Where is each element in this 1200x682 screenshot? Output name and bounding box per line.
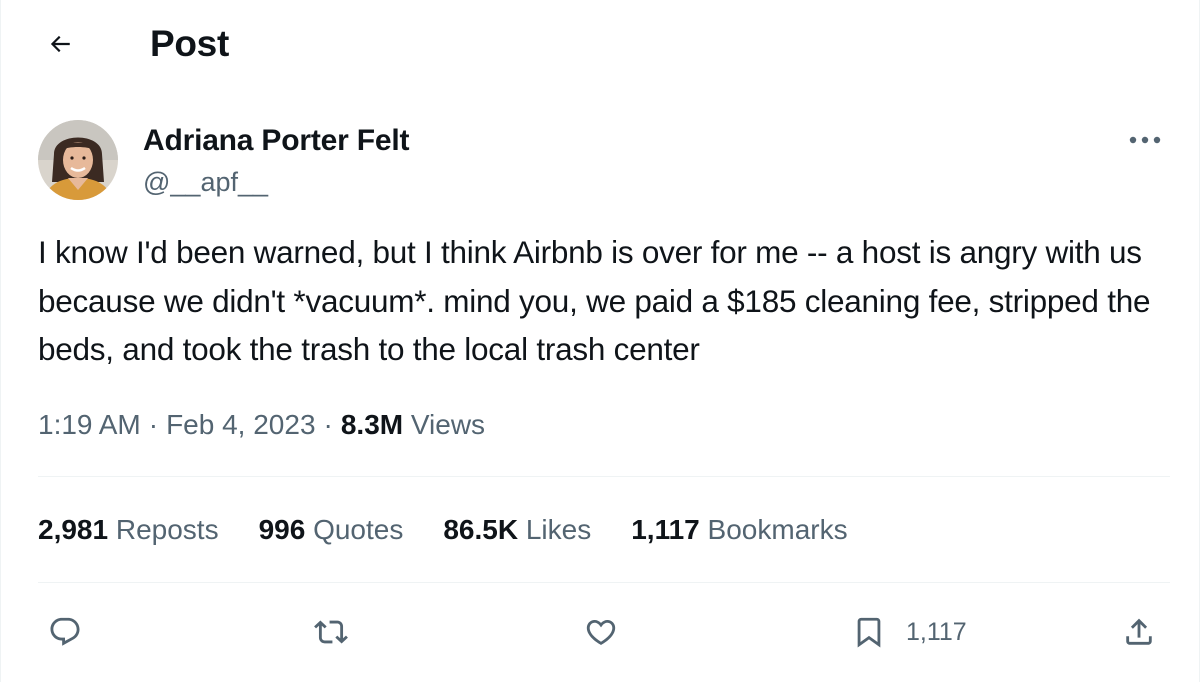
meta-separator: ·	[148, 409, 159, 440]
repost-icon	[314, 620, 348, 644]
reply-button[interactable]	[48, 608, 82, 656]
likes-count: 86.5K	[443, 514, 519, 545]
quotes-label: Quotes	[313, 514, 404, 545]
bookmark-button[interactable]: 1,117	[852, 608, 967, 656]
post-date[interactable]: Feb 4, 2023	[166, 409, 315, 440]
back-button[interactable]	[38, 22, 82, 66]
more-options-button[interactable]	[1120, 118, 1170, 162]
more-dots-icon	[1129, 136, 1161, 144]
meta-separator: ·	[323, 409, 333, 440]
share-icon	[1126, 618, 1152, 645]
reply-icon	[50, 617, 80, 646]
page-title: Post	[150, 23, 229, 64]
bookmarks-label: Bookmarks	[707, 514, 848, 545]
divider	[38, 476, 1170, 477]
bookmarks-count: 1,117	[631, 514, 700, 545]
repost-button[interactable]	[314, 608, 348, 656]
quotes-count: 996	[258, 514, 306, 545]
likes-stat[interactable]: 86.5K Likes	[443, 509, 591, 551]
heart-icon	[586, 619, 616, 645]
reposts-label: Reposts	[115, 514, 219, 545]
avatar[interactable]	[38, 120, 118, 200]
page-header: Post	[0, 0, 1200, 90]
reposts-stat[interactable]: 2,981 Reposts	[38, 509, 219, 551]
views-label: Views	[410, 409, 486, 440]
post-text: I know I'd been warned, but I think Airb…	[38, 234, 1151, 367]
arrow-left-icon	[50, 35, 70, 53]
share-button[interactable]	[1122, 608, 1156, 656]
divider	[38, 582, 1170, 583]
likes-label: Likes	[525, 514, 592, 545]
post-time[interactable]: 1:19 AM	[38, 409, 141, 440]
views-count: 8.3M	[340, 409, 404, 440]
author-name[interactable]: Adriana Porter Felt	[143, 123, 409, 159]
bookmarks-stat[interactable]: 1,117 Bookmarks	[631, 509, 847, 551]
reposts-count: 2,981	[38, 514, 109, 545]
avatar-image	[38, 120, 118, 200]
quotes-stat[interactable]: 996 Quotes	[259, 509, 404, 551]
post-meta: 1:19 AM · Feb 4, 2023 · 8.3M Views	[38, 404, 485, 446]
post-stats: 2,981 Reposts 996 Quotes 86.5K Likes 1,1…	[38, 509, 888, 551]
bookmark-icon	[857, 617, 881, 648]
like-button[interactable]	[584, 608, 618, 656]
bookmark-count: 1,117	[906, 617, 967, 646]
author-handle[interactable]: @__apf__	[143, 166, 268, 198]
action-bar: 1,117	[0, 600, 1200, 664]
